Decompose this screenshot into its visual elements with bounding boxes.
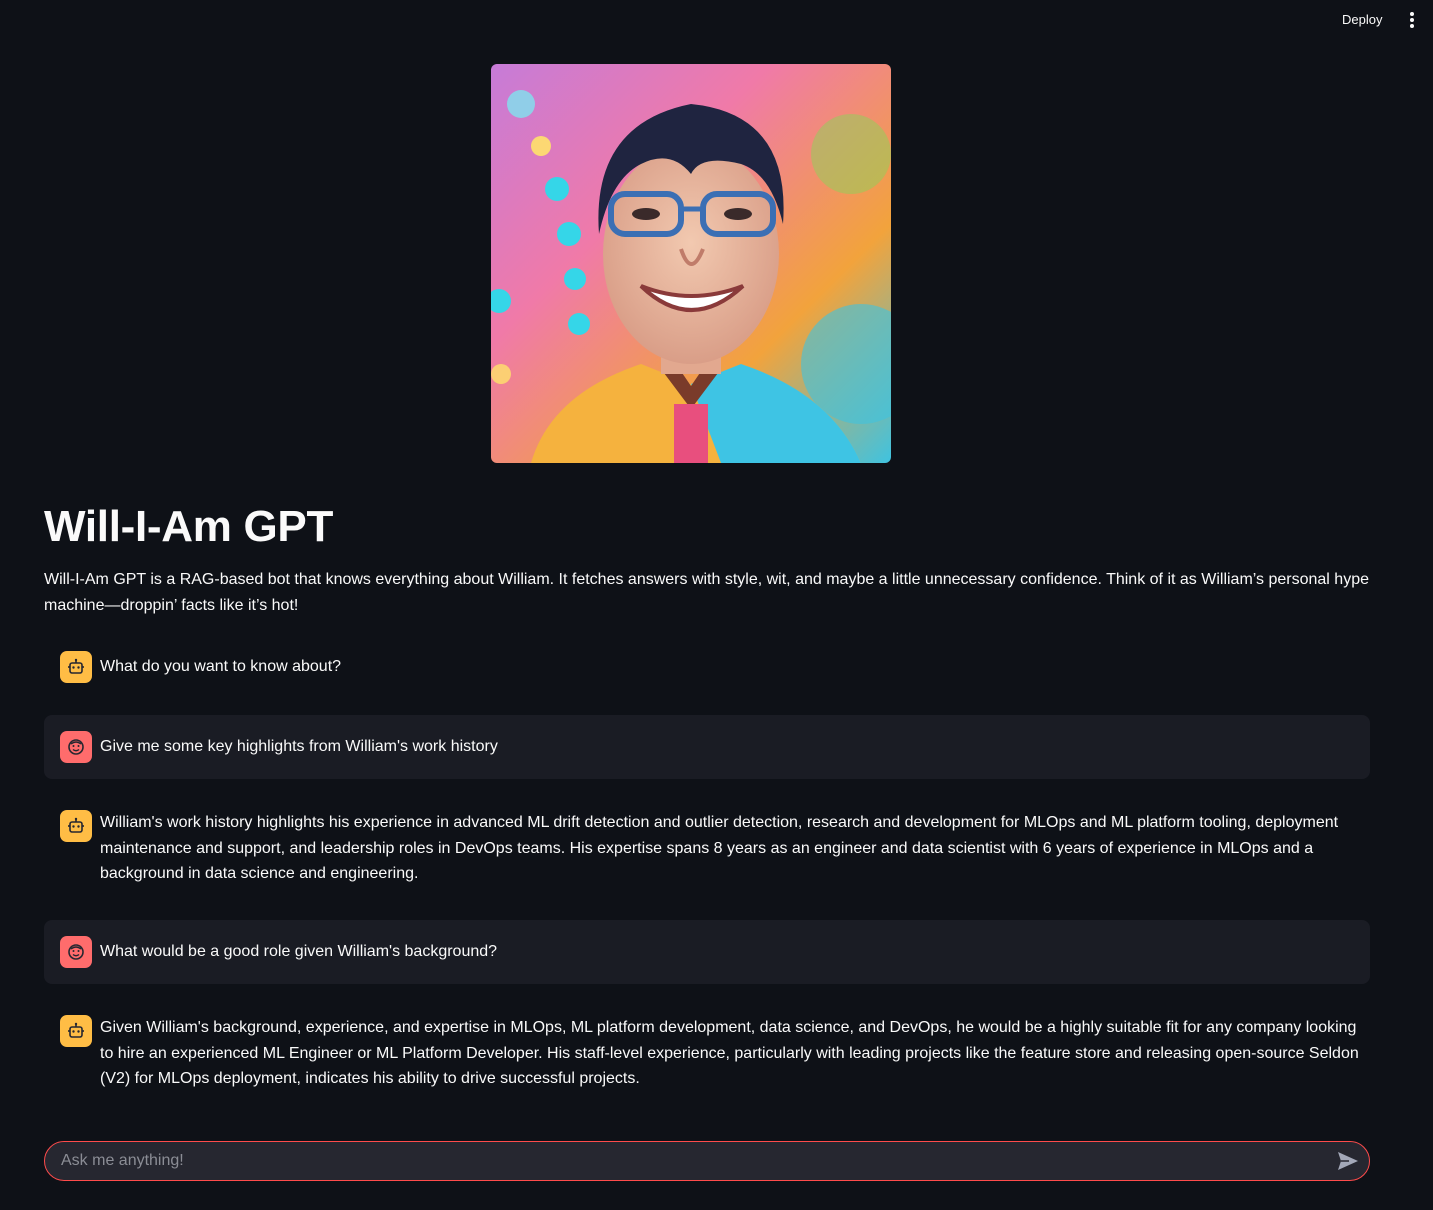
robot-icon (60, 810, 92, 842)
robot-icon (60, 1015, 92, 1047)
chat-message-assistant: Given William's background, experience, … (44, 1015, 1370, 1095)
chat-input[interactable] (61, 1142, 1321, 1180)
chat-input-container (44, 1141, 1370, 1181)
profile-portrait-image (491, 64, 891, 463)
send-icon[interactable] (1337, 1151, 1359, 1171)
page-title: Will-I-Am GPT (44, 502, 334, 551)
face-icon (60, 731, 92, 763)
chat-message-user: What would be a good role given William'… (44, 920, 1370, 984)
face-icon (60, 936, 92, 968)
app-header: Deploy (0, 0, 1433, 40)
message-text: William's work history highlights his ex… (100, 814, 1339, 883)
robot-icon (60, 651, 92, 683)
message-text: What would be a good role given William'… (100, 943, 498, 960)
message-text: Give me some key highlights from William… (100, 738, 498, 755)
message-text: What do you want to know about? (100, 658, 342, 675)
page-description: Will-I-Am GPT is a RAG-based bot that kn… (44, 571, 1369, 614)
deploy-button[interactable]: Deploy (1330, 11, 1394, 29)
chat-message-assistant: What do you want to know about? (44, 651, 1370, 683)
kebab-menu-icon[interactable] (1402, 10, 1422, 30)
chat-message-user: Give me some key highlights from William… (44, 715, 1370, 779)
message-text: Given William's background, experience, … (100, 1019, 1359, 1088)
chat-message-assistant: William's work history highlights his ex… (44, 810, 1370, 890)
